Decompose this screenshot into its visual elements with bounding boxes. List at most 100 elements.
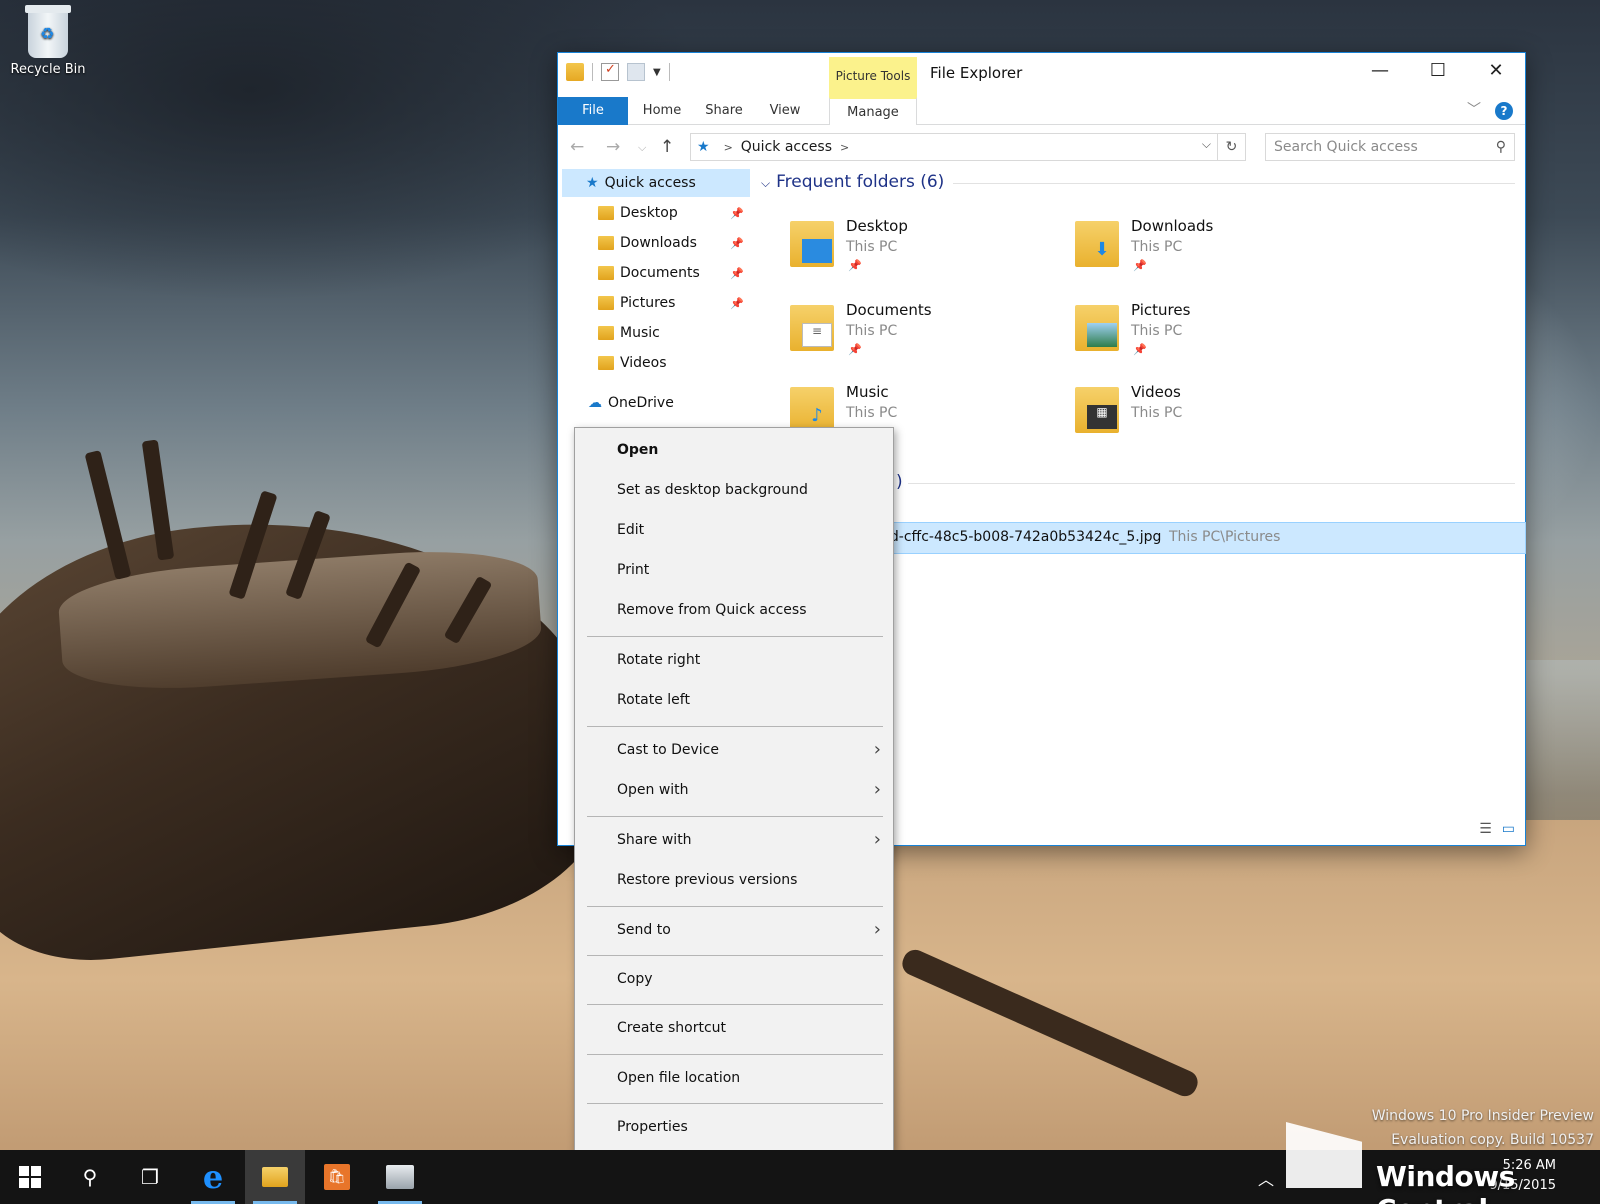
- recent-files-header[interactable]: ): [896, 472, 903, 492]
- menu-item-restore-previous-versions[interactable]: Restore previous versions: [575, 862, 893, 898]
- desktop-folder-icon: [790, 221, 834, 267]
- nav-item-pictures[interactable]: Pictures 📌: [598, 289, 748, 317]
- folder-name: Pictures: [1131, 301, 1191, 319]
- new-folder-icon[interactable]: [627, 63, 645, 81]
- chevron-right-icon[interactable]: >: [724, 141, 733, 154]
- menu-item-label: Open: [617, 442, 659, 458]
- menu-item-cast-to-device[interactable]: Cast to Device ›: [575, 732, 893, 768]
- folder-location: This PC: [846, 239, 898, 255]
- frequent-folders-label: Frequent folders (6): [776, 172, 945, 192]
- nav-item-documents[interactable]: Documents 📌: [598, 259, 748, 287]
- customize-toolbar-dropdown-icon[interactable]: ▼: [653, 67, 661, 78]
- search-button[interactable]: ⚲: [60, 1150, 120, 1204]
- tab-file[interactable]: File: [558, 97, 628, 125]
- documents-folder-icon: ≡: [790, 305, 834, 351]
- breadcrumb-quick-access[interactable]: Quick access: [741, 139, 832, 155]
- build-watermark-line1: Windows 10 Pro Insider Preview: [1371, 1108, 1594, 1124]
- folder-tile-desktop[interactable]: Desktop This PC 📌: [790, 215, 1050, 293]
- tab-share[interactable]: Share: [694, 97, 754, 125]
- forward-arrow-icon[interactable]: →: [606, 137, 620, 157]
- menu-item-copy[interactable]: Copy: [575, 961, 893, 997]
- maximize-button[interactable]: ☐: [1409, 53, 1467, 87]
- chevron-right-icon: ›: [873, 779, 881, 800]
- back-arrow-icon[interactable]: ←: [570, 137, 584, 157]
- menu-separator: [587, 1004, 883, 1005]
- show-hidden-icons-chevron-icon[interactable]: ︿: [1258, 1166, 1274, 1190]
- pin-icon: 📌: [848, 259, 862, 272]
- folder-name: Documents: [846, 301, 932, 319]
- menu-item-share-with[interactable]: Share with ›: [575, 822, 893, 858]
- menu-item-send-to[interactable]: Send to ›: [575, 912, 893, 948]
- star-icon: ★: [586, 175, 599, 191]
- menu-item-open-file-location[interactable]: Open file location: [575, 1060, 893, 1096]
- folder-tile-documents[interactable]: ≡ Documents This PC 📌: [790, 299, 1050, 377]
- chevron-down-icon: ⌵: [761, 176, 771, 190]
- menu-item-rotate-left[interactable]: Rotate left: [575, 682, 893, 718]
- menu-item-label: Properties: [617, 1119, 688, 1135]
- nav-item-label: Quick access: [604, 175, 696, 191]
- menu-separator: [587, 955, 883, 956]
- nav-item-videos[interactable]: Videos: [598, 349, 748, 377]
- refresh-icon[interactable]: ↻: [1217, 134, 1245, 160]
- details-view-icon[interactable]: ☰: [1479, 821, 1492, 837]
- build-watermark-line2: Evaluation copy. Build 10537: [1391, 1132, 1594, 1148]
- folder-tile-pictures[interactable]: Pictures This PC 📌: [1075, 299, 1335, 377]
- task-view-button[interactable]: ❐: [120, 1150, 180, 1204]
- recent-locations-icon[interactable]: ⌵: [638, 141, 646, 155]
- nav-item-music[interactable]: Music: [598, 319, 748, 347]
- nav-item-label: Documents: [620, 265, 700, 281]
- star-icon: ★: [697, 139, 710, 155]
- chevron-down-icon[interactable]: ⌵: [1202, 137, 1211, 152]
- menu-item-print[interactable]: Print: [575, 552, 893, 588]
- nav-item-desktop[interactable]: Desktop 📌: [598, 199, 748, 227]
- frequent-folders-header[interactable]: ⌵ Frequent folders (6): [761, 172, 944, 192]
- app-icon: [386, 1165, 414, 1189]
- store-taskbar-button[interactable]: 🛍: [307, 1150, 367, 1204]
- close-button[interactable]: ✕: [1467, 53, 1525, 87]
- chevron-right-icon: ›: [873, 829, 881, 850]
- title-bar[interactable]: ▼ Picture Tools File Explorer — ☐ ✕: [558, 53, 1525, 97]
- menu-item-open-with[interactable]: Open with ›: [575, 772, 893, 808]
- tab-manage[interactable]: Manage: [829, 97, 917, 125]
- recycle-bin[interactable]: ♻ Recycle Bin: [6, 5, 90, 77]
- menu-item-edit[interactable]: Edit: [575, 512, 893, 548]
- start-button[interactable]: [0, 1150, 60, 1204]
- picture-tools-label: Picture Tools: [829, 57, 917, 97]
- tab-home[interactable]: Home: [632, 97, 692, 125]
- minimize-button[interactable]: —: [1351, 53, 1409, 87]
- expand-ribbon-icon[interactable]: ﹀: [1467, 99, 1481, 119]
- pin-icon: 📌: [730, 266, 744, 280]
- properties-icon[interactable]: [601, 62, 619, 81]
- search-icon[interactable]: ⚲: [1496, 134, 1506, 160]
- menu-item-label: Edit: [617, 522, 645, 538]
- nav-item-quick-access[interactable]: ★ Quick access: [562, 169, 750, 197]
- search-input[interactable]: Search Quick access ⚲: [1265, 133, 1515, 161]
- downloads-folder-icon: ⬇: [1075, 221, 1119, 267]
- tab-view[interactable]: View: [758, 97, 812, 125]
- recent-file-row[interactable]: 3d-cffc-48c5-b008-742a0b53424c_5.jpg Thi…: [878, 522, 1526, 554]
- edge-taskbar-button[interactable]: e: [183, 1150, 243, 1204]
- nav-item-label: OneDrive: [608, 395, 674, 411]
- menu-item-set-as-desktop-background[interactable]: Set as desktop background: [575, 472, 893, 508]
- folder-tile-videos[interactable]: ▦ Videos This PC: [1075, 381, 1335, 459]
- nav-item-downloads[interactable]: Downloads 📌: [598, 229, 748, 257]
- menu-item-remove-from-quick-access[interactable]: Remove from Quick access: [575, 592, 893, 628]
- menu-item-properties[interactable]: Properties: [575, 1109, 893, 1145]
- help-icon[interactable]: ?: [1495, 102, 1513, 120]
- file-explorer-taskbar-button[interactable]: [245, 1150, 305, 1204]
- nav-item-label: Pictures: [620, 295, 676, 311]
- address-bar[interactable]: ★ > Quick access > ⌵ ↻: [690, 133, 1246, 161]
- nav-item-onedrive[interactable]: ☁ OneDrive: [588, 389, 748, 417]
- large-icons-view-icon[interactable]: ▭: [1502, 821, 1515, 837]
- folder-icon[interactable]: [566, 63, 584, 81]
- menu-item-create-shortcut[interactable]: Create shortcut: [575, 1010, 893, 1046]
- folder-tile-downloads[interactable]: ⬇ Downloads This PC 📌: [1075, 215, 1335, 293]
- menu-item-rotate-right[interactable]: Rotate right: [575, 642, 893, 678]
- folder-location: This PC: [1131, 239, 1183, 255]
- folder-name: Downloads: [1131, 217, 1214, 235]
- up-arrow-icon[interactable]: ↑: [660, 137, 674, 157]
- app-taskbar-button[interactable]: [370, 1150, 430, 1204]
- menu-item-label: Create shortcut: [617, 1020, 727, 1036]
- chevron-right-icon[interactable]: >: [840, 141, 849, 154]
- menu-item-open[interactable]: Open: [575, 432, 893, 468]
